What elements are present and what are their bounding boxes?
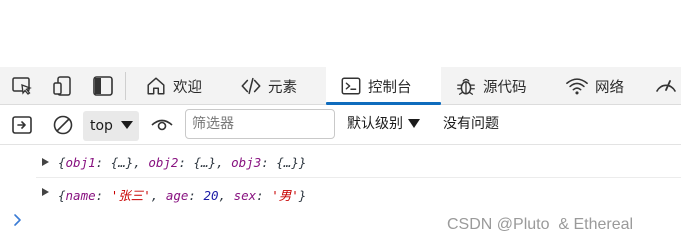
punct: { [58, 155, 66, 170]
tab-label: 欢迎 [173, 79, 202, 96]
tab-label: 源代码 [483, 79, 527, 96]
tab-welcome[interactable]: 欢迎 [145, 67, 202, 105]
object-preview[interactable]: {name: '张三', age: 20, sex: '男'} [58, 185, 306, 204]
code-icon [241, 77, 261, 95]
console-toolbar: top 默认级别 没有问题 [0, 105, 681, 145]
tab-label: 元素 [268, 79, 297, 96]
string-value: '男' [271, 188, 299, 203]
performance-icon[interactable] [654, 74, 678, 98]
punct: } [298, 188, 307, 203]
number-value: 20 [203, 188, 219, 203]
log-levels-dropdown[interactable]: 默认级别 [347, 113, 420, 133]
context-value: top [90, 118, 113, 134]
punct: : [95, 188, 111, 203]
console-prompt-icon[interactable] [13, 213, 23, 227]
property-key: sex [233, 188, 257, 203]
filter-input[interactable] [185, 109, 335, 139]
chevron-down-icon [121, 121, 133, 129]
property-key: obj2 [148, 155, 179, 170]
property-key: obj3 [231, 155, 262, 170]
clear-console-icon[interactable] [51, 113, 75, 137]
punct: : {…}} [261, 155, 307, 170]
expand-triangle-icon[interactable] [42, 188, 49, 196]
home-icon [147, 77, 165, 95]
string-value: '张三' [110, 188, 151, 203]
punct: { [58, 188, 66, 203]
console-message: {name: '张三', age: 20, sex: '男'} [0, 178, 681, 208]
expand-triangle-icon[interactable] [42, 158, 49, 166]
punct: : {…}, [178, 155, 232, 170]
console-message: {obj1: {…}, obj2: {…}, obj3: {…}} [0, 148, 681, 178]
bug-icon [457, 78, 475, 95]
punct: , [218, 188, 234, 203]
watermark: CSDN @Pluto & Ethereal [447, 216, 634, 233]
property-key: age [165, 188, 189, 203]
tab-network[interactable]: 网络 [565, 67, 624, 105]
tab-separator [125, 72, 126, 100]
console-icon [341, 77, 361, 95]
devtools-tab-bar: 欢迎 元素 控制台 源代码 网络 [0, 67, 681, 105]
punct: : [256, 188, 272, 203]
chevron-down-icon [408, 118, 420, 128]
toggle-panel-icon[interactable] [91, 74, 115, 98]
sidebar-toggle-icon[interactable] [10, 113, 34, 137]
tab-console[interactable]: 控制台 [326, 67, 441, 105]
tab-label: 网络 [595, 79, 624, 96]
punct: : [188, 188, 204, 203]
context-selector[interactable]: top [83, 111, 139, 141]
log-levels-label: 默认级别 [347, 116, 403, 132]
property-key: obj1 [65, 155, 96, 170]
punct: : {…}, [95, 155, 149, 170]
property-key: name [65, 188, 96, 203]
eye-icon[interactable] [150, 113, 174, 137]
wifi-icon [566, 78, 588, 95]
tab-elements[interactable]: 元素 [240, 67, 297, 105]
tab-label: 控制台 [368, 79, 412, 96]
tab-sources[interactable]: 源代码 [455, 67, 527, 105]
inspect-element-icon[interactable] [10, 74, 34, 98]
punct: , [150, 188, 166, 203]
device-emulation-icon[interactable] [51, 74, 75, 98]
issues-counter[interactable]: 没有问题 [443, 113, 499, 133]
object-preview[interactable]: {obj1: {…}, obj2: {…}, obj3: {…}} [58, 155, 306, 170]
